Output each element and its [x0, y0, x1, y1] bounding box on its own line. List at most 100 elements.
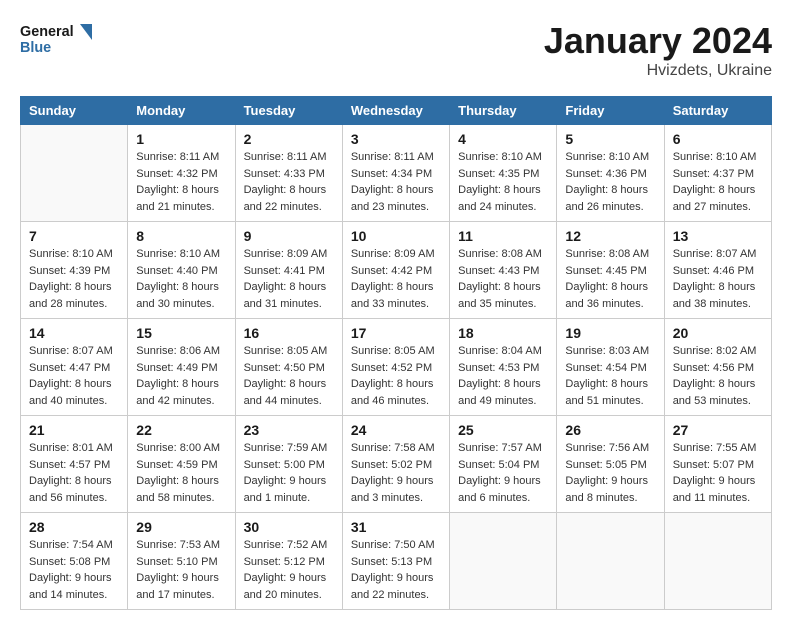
- day-info: Sunrise: 7:55 AMSunset: 5:07 PMDaylight:…: [673, 440, 763, 506]
- day-number: 14: [29, 325, 119, 341]
- calendar-cell: 26 Sunrise: 7:56 AMSunset: 5:05 PMDayligh…: [557, 416, 664, 513]
- month-title: January 2024: [544, 20, 772, 62]
- day-info: Sunrise: 8:11 AMSunset: 4:32 PMDaylight:…: [136, 149, 226, 215]
- day-info: Sunrise: 8:00 AMSunset: 4:59 PMDaylight:…: [136, 440, 226, 506]
- calendar-cell: 25 Sunrise: 7:57 AMSunset: 5:04 PMDayligh…: [450, 416, 557, 513]
- calendar-table: SundayMondayTuesdayWednesdayThursdayFrid…: [20, 96, 772, 610]
- calendar-cell: 13Sunrise: 8:07 AMSunset: 4:46 PMDayligh…: [664, 222, 771, 319]
- calendar-week-row: 21 Sunrise: 8:01 AMSunset: 4:57 PMDayligh…: [21, 416, 772, 513]
- logo: GeneralBlue: [20, 20, 100, 60]
- day-number: 27: [673, 422, 763, 438]
- day-number: 20: [673, 325, 763, 341]
- calendar-cell: 15 Sunrise: 8:06 AMSunset: 4:49 PMDayligh…: [128, 319, 235, 416]
- day-number: 5: [565, 131, 655, 147]
- calendar-cell: 2Sunrise: 8:11 AMSunset: 4:33 PMDaylight…: [235, 125, 342, 222]
- day-info: Sunrise: 7:57 AMSunset: 5:04 PMDaylight:…: [458, 440, 548, 506]
- day-number: 24: [351, 422, 441, 438]
- calendar-cell: 4 Sunrise: 8:10 AMSunset: 4:35 PMDaylight…: [450, 125, 557, 222]
- calendar-week-row: 7 Sunrise: 8:10 AMSunset: 4:39 PMDaylight…: [21, 222, 772, 319]
- calendar-cell: 19 Sunrise: 8:03 AMSunset: 4:54 PMDayligh…: [557, 319, 664, 416]
- location-subtitle: Hvizdets, Ukraine: [544, 62, 772, 80]
- weekday-header: Tuesday: [235, 97, 342, 125]
- day-number: 3: [351, 131, 441, 147]
- calendar-cell: 3Sunrise: 8:11 AMSunset: 4:34 PMDaylight…: [342, 125, 449, 222]
- weekday-header: Wednesday: [342, 97, 449, 125]
- day-info: Sunrise: 8:01 AMSunset: 4:57 PMDaylight:…: [29, 440, 119, 506]
- day-info: Sunrise: 8:08 AMSunset: 4:43 PMDaylight:…: [458, 246, 548, 312]
- calendar-cell: 22 Sunrise: 8:00 AMSunset: 4:59 PMDayligh…: [128, 416, 235, 513]
- calendar-cell: 24 Sunrise: 7:58 AMSunset: 5:02 PMDayligh…: [342, 416, 449, 513]
- calendar-cell: 20 Sunrise: 8:02 AMSunset: 4:56 PMDayligh…: [664, 319, 771, 416]
- day-info: Sunrise: 8:09 AMSunset: 4:41 PMDaylight:…: [244, 246, 334, 312]
- day-info: Sunrise: 8:09 AMSunset: 4:42 PMDaylight:…: [351, 246, 441, 312]
- calendar-cell: [21, 125, 128, 222]
- day-info: Sunrise: 8:02 AMSunset: 4:56 PMDaylight:…: [673, 343, 763, 409]
- calendar-cell: 31 Sunrise: 7:50 AMSunset: 5:13 PMDayligh…: [342, 513, 449, 610]
- day-info: Sunrise: 7:54 AMSunset: 5:08 PMDaylight:…: [29, 537, 119, 603]
- calendar-cell: 6Sunrise: 8:10 AMSunset: 4:37 PMDaylight…: [664, 125, 771, 222]
- day-number: 13: [673, 228, 763, 244]
- day-info: Sunrise: 8:10 AMSunset: 4:36 PMDaylight:…: [565, 149, 655, 215]
- calendar-cell: 18 Sunrise: 8:04 AMSunset: 4:53 PMDayligh…: [450, 319, 557, 416]
- day-number: 26: [565, 422, 655, 438]
- day-info: Sunrise: 8:07 AMSunset: 4:47 PMDaylight:…: [29, 343, 119, 409]
- day-info: Sunrise: 7:53 AMSunset: 5:10 PMDaylight:…: [136, 537, 226, 603]
- svg-text:Blue: Blue: [20, 40, 51, 56]
- calendar-week-row: 14 Sunrise: 8:07 AMSunset: 4:47 PMDayligh…: [21, 319, 772, 416]
- day-info: Sunrise: 8:10 AMSunset: 4:37 PMDaylight:…: [673, 149, 763, 215]
- day-info: Sunrise: 7:50 AMSunset: 5:13 PMDaylight:…: [351, 537, 441, 603]
- calendar-cell: 12Sunrise: 8:08 AMSunset: 4:45 PMDayligh…: [557, 222, 664, 319]
- page-header: GeneralBlue January 2024 Hvizdets, Ukrai…: [20, 20, 772, 80]
- calendar-cell: 11 Sunrise: 8:08 AMSunset: 4:43 PMDayligh…: [450, 222, 557, 319]
- calendar-week-row: 28Sunrise: 7:54 AMSunset: 5:08 PMDayligh…: [21, 513, 772, 610]
- day-number: 23: [244, 422, 334, 438]
- calendar-cell: 8Sunrise: 8:10 AMSunset: 4:40 PMDaylight…: [128, 222, 235, 319]
- day-number: 16: [244, 325, 334, 341]
- day-number: 29: [136, 519, 226, 535]
- calendar-cell: 10 Sunrise: 8:09 AMSunset: 4:42 PMDayligh…: [342, 222, 449, 319]
- day-info: Sunrise: 8:05 AMSunset: 4:50 PMDaylight:…: [244, 343, 334, 409]
- calendar-cell: 27 Sunrise: 7:55 AMSunset: 5:07 PMDayligh…: [664, 416, 771, 513]
- day-number: 9: [244, 228, 334, 244]
- day-number: 15: [136, 325, 226, 341]
- day-info: Sunrise: 8:10 AMSunset: 4:40 PMDaylight:…: [136, 246, 226, 312]
- weekday-header-row: SundayMondayTuesdayWednesdayThursdayFrid…: [21, 97, 772, 125]
- calendar-cell: 14 Sunrise: 8:07 AMSunset: 4:47 PMDayligh…: [21, 319, 128, 416]
- logo-icon: GeneralBlue: [20, 20, 100, 60]
- day-number: 2: [244, 131, 334, 147]
- day-number: 1: [136, 131, 226, 147]
- day-info: Sunrise: 8:04 AMSunset: 4:53 PMDaylight:…: [458, 343, 548, 409]
- calendar-cell: [664, 513, 771, 610]
- day-number: 31: [351, 519, 441, 535]
- day-info: Sunrise: 7:56 AMSunset: 5:05 PMDaylight:…: [565, 440, 655, 506]
- day-info: Sunrise: 8:03 AMSunset: 4:54 PMDaylight:…: [565, 343, 655, 409]
- day-info: Sunrise: 8:06 AMSunset: 4:49 PMDaylight:…: [136, 343, 226, 409]
- calendar-cell: 7 Sunrise: 8:10 AMSunset: 4:39 PMDaylight…: [21, 222, 128, 319]
- day-number: 11: [458, 228, 548, 244]
- calendar-cell: 30Sunrise: 7:52 AMSunset: 5:12 PMDayligh…: [235, 513, 342, 610]
- weekday-header: Monday: [128, 97, 235, 125]
- weekday-header: Sunday: [21, 97, 128, 125]
- weekday-header: Thursday: [450, 97, 557, 125]
- day-number: 22: [136, 422, 226, 438]
- day-number: 10: [351, 228, 441, 244]
- day-number: 18: [458, 325, 548, 341]
- calendar-week-row: 1 Sunrise: 8:11 AMSunset: 4:32 PMDaylight…: [21, 125, 772, 222]
- calendar-cell: 17Sunrise: 8:05 AMSunset: 4:52 PMDayligh…: [342, 319, 449, 416]
- day-info: Sunrise: 7:59 AMSunset: 5:00 PMDaylight:…: [244, 440, 334, 506]
- day-number: 25: [458, 422, 548, 438]
- day-info: Sunrise: 8:10 AMSunset: 4:39 PMDaylight:…: [29, 246, 119, 312]
- day-info: Sunrise: 8:05 AMSunset: 4:52 PMDaylight:…: [351, 343, 441, 409]
- day-info: Sunrise: 8:10 AMSunset: 4:35 PMDaylight:…: [458, 149, 548, 215]
- day-info: Sunrise: 8:08 AMSunset: 4:45 PMDaylight:…: [565, 246, 655, 312]
- day-number: 7: [29, 228, 119, 244]
- day-info: Sunrise: 7:58 AMSunset: 5:02 PMDaylight:…: [351, 440, 441, 506]
- day-info: Sunrise: 7:52 AMSunset: 5:12 PMDaylight:…: [244, 537, 334, 603]
- day-number: 4: [458, 131, 548, 147]
- day-number: 19: [565, 325, 655, 341]
- calendar-cell: 21 Sunrise: 8:01 AMSunset: 4:57 PMDayligh…: [21, 416, 128, 513]
- calendar-cell: 29 Sunrise: 7:53 AMSunset: 5:10 PMDayligh…: [128, 513, 235, 610]
- day-number: 21: [29, 422, 119, 438]
- calendar-cell: 23 Sunrise: 7:59 AMSunset: 5:00 PMDayligh…: [235, 416, 342, 513]
- weekday-header: Saturday: [664, 97, 771, 125]
